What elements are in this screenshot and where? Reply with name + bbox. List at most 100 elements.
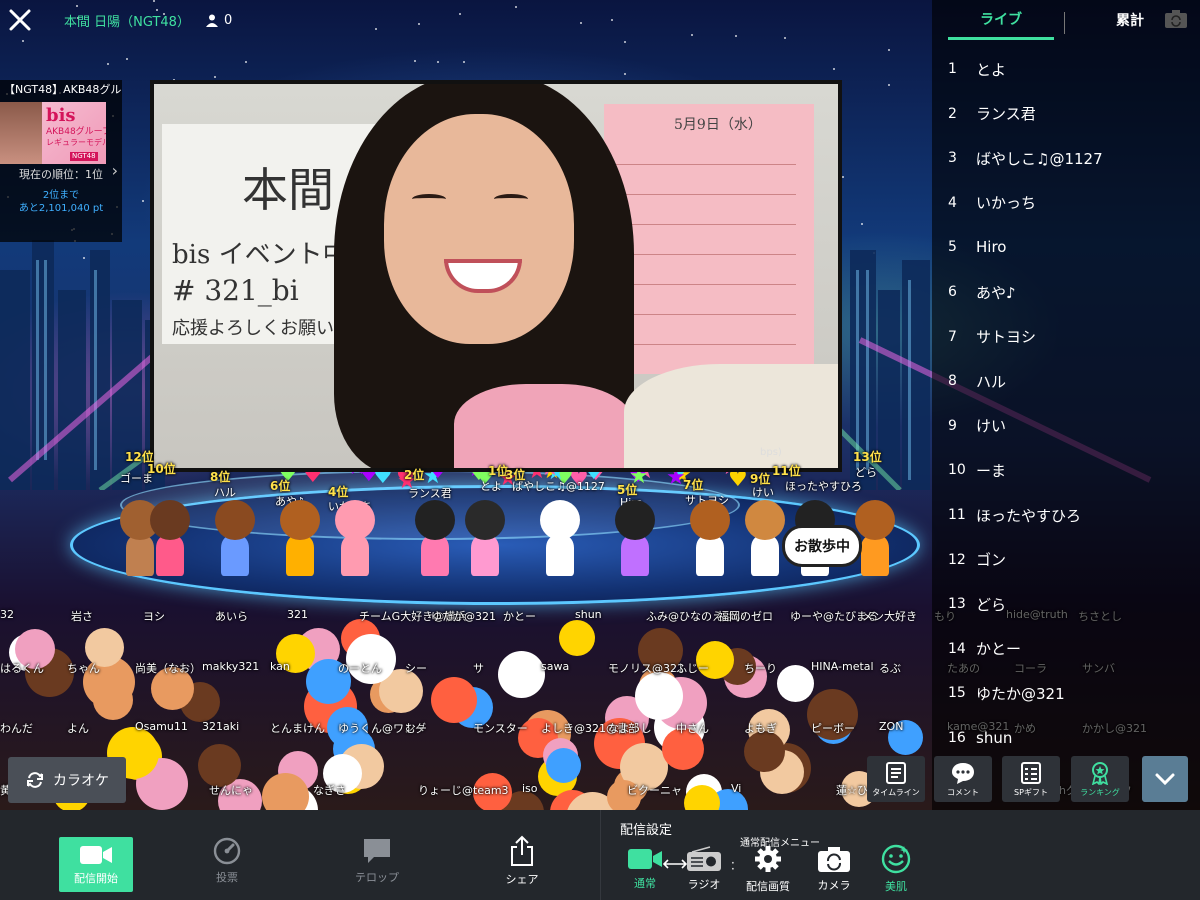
bottom-toolbar: 配信開始 投票 テロップ シェア 配信設定 通常配信メニュー 通常 ラジオ · ·…	[0, 810, 1200, 900]
schedule-line	[616, 164, 796, 165]
avatar-body	[546, 536, 574, 576]
streamer-shirt	[454, 384, 634, 468]
ranking-row[interactable]: 14 かとー	[932, 627, 1200, 671]
ranking-row[interactable]: 3 ばやしこ♫@1127	[932, 136, 1200, 180]
crowd-avatar[interactable]	[744, 731, 785, 772]
crowd-name-tag: りょーじ@team3	[418, 784, 509, 797]
schedule-paper: 5月9日（水）	[604, 104, 814, 374]
event-next-rank-label: 2位まで	[42, 189, 80, 201]
crowd-avatar[interactable]	[346, 634, 396, 684]
avatar-head	[745, 500, 785, 540]
star-dot	[861, 223, 863, 225]
avatar-head	[855, 500, 895, 540]
avatar-head	[690, 500, 730, 540]
sign-board: お散歩中	[782, 525, 862, 567]
ranking-label: ランキング	[1080, 788, 1120, 797]
streamer-eye	[412, 194, 446, 204]
avatar-head	[540, 500, 580, 540]
star-dot	[107, 63, 109, 65]
bitrate-label: bps)	[760, 447, 782, 458]
share-button[interactable]: シェア	[495, 816, 549, 900]
whiteboard-writing-3: # 321_bi	[172, 274, 299, 307]
star-dot	[126, 58, 128, 60]
whiteboard-writing-2: bis イベント中	[172, 240, 349, 270]
ranking-row[interactable]: 9 けい	[932, 404, 1200, 448]
ranking-row-name: ゴン	[976, 551, 1007, 570]
viewer-count: 0	[205, 13, 232, 28]
ranking-row-number: 3	[948, 150, 957, 167]
star-dot	[833, 68, 835, 70]
schedule-line	[616, 224, 796, 225]
ranking-row-number: 15	[948, 685, 966, 702]
star-dot	[624, 41, 626, 43]
crowd-name-tag: モノリス@321	[608, 662, 684, 675]
start-broadcast-button[interactable]: 配信開始	[59, 837, 133, 892]
beauty-button[interactable]: 美肌	[876, 824, 916, 900]
crowd-avatar[interactable]	[777, 665, 814, 702]
crowd-name-tag: とんまけん	[270, 722, 325, 735]
whiteboard-writing-4: 応援よろしくお願い	[172, 318, 334, 339]
event-banner-line1: AKB48グループ	[46, 126, 106, 137]
timeline-button[interactable]: タイムライン	[867, 756, 925, 802]
avatar-head	[335, 500, 375, 540]
ranking-row[interactable]: 12 ゴン	[932, 538, 1200, 582]
tab-live[interactable]: ライブ	[948, 0, 1054, 40]
ranking-row[interactable]: 11 ほったやすひろ	[932, 493, 1200, 537]
sp-gift-button[interactable]: SPギフト	[1002, 756, 1060, 802]
timeline-label: タイムライン	[872, 788, 920, 797]
crowd-name-tag: モンスター	[473, 722, 528, 735]
camera-button[interactable]: カメラ	[814, 824, 854, 900]
crowd-avatar[interactable]	[546, 748, 581, 783]
crowd-name-tag: Osamu11	[135, 720, 188, 733]
crowd-avatar[interactable]	[498, 651, 545, 698]
crowd-avatar[interactable]	[635, 672, 683, 720]
ranking-row[interactable]: 8 ハル	[932, 359, 1200, 403]
camera-switch-icon[interactable]	[1164, 9, 1188, 29]
crowd-name-tag: makky321	[202, 660, 260, 673]
event-banner-photo	[0, 101, 42, 164]
streamer-eye	[494, 194, 528, 204]
vote-label: 投票	[216, 871, 238, 884]
ranking-row-name: ーま	[976, 461, 1007, 480]
camera-switch-icon	[818, 847, 850, 872]
crowd-name-tag: ふじー	[676, 662, 709, 675]
mode-radio-button[interactable]: ラジオ	[682, 824, 726, 900]
crowd-avatar[interactable]	[198, 744, 241, 787]
ranking-row[interactable]: 5 Hiro	[932, 225, 1200, 269]
ranking-row[interactable]: 2 ランス君	[932, 92, 1200, 136]
chevron-down-icon	[1155, 773, 1175, 786]
comment-button[interactable]: コメント	[934, 756, 992, 802]
star-dot	[888, 49, 890, 51]
ranking-row[interactable]: 10 ーま	[932, 448, 1200, 492]
crowd-name-tag: 32	[0, 608, 14, 621]
close-button[interactable]	[0, 0, 40, 40]
camera-label: カメラ	[817, 879, 851, 892]
ranking-row[interactable]: 1 とよ	[932, 47, 1200, 91]
schedule-line	[616, 344, 796, 345]
ranking-row-name: とよ	[976, 60, 1007, 79]
quality-button[interactable]: 配信画質	[744, 824, 792, 900]
ranking-row[interactable]: 16 shun	[932, 716, 1200, 760]
tab-total[interactable]: 累計	[1116, 0, 1144, 40]
ranking-row[interactable]: 7 サトヨシ	[932, 315, 1200, 359]
ranking-row[interactable]: 13 どら	[932, 582, 1200, 626]
karaoke-button[interactable]: カラオケ	[8, 757, 126, 803]
collapse-button[interactable]	[1142, 756, 1188, 802]
ranking-row-number: 5	[948, 239, 957, 256]
video-camera-icon	[80, 845, 112, 864]
crowd-avatar[interactable]	[559, 620, 595, 656]
ranking-row-number: 11	[948, 507, 966, 523]
podium-rank-tag: 8位	[210, 470, 231, 484]
ranking-button[interactable]: ランキング	[1071, 756, 1129, 802]
ranking-row-number: 14	[948, 640, 966, 657]
crowd-avatar[interactable]	[431, 677, 477, 723]
ranking-row[interactable]: 4 いかっち	[932, 181, 1200, 225]
ranking-row[interactable]: 6 あや♪	[932, 270, 1200, 314]
ranking-tabs: ライブ 累計	[932, 0, 1200, 40]
event-card[interactable]: 【NGT48】AKB48グループ×「bis」レ bis AKB48グループ レギ…	[0, 80, 122, 242]
ranking-row[interactable]: 15 ゆたか@321	[932, 671, 1200, 715]
radio-icon	[687, 846, 721, 871]
crowd-name-tag: わんだ	[0, 722, 33, 735]
vote-button[interactable]: 投票	[200, 816, 254, 900]
telop-button[interactable]: テロップ	[345, 816, 409, 900]
